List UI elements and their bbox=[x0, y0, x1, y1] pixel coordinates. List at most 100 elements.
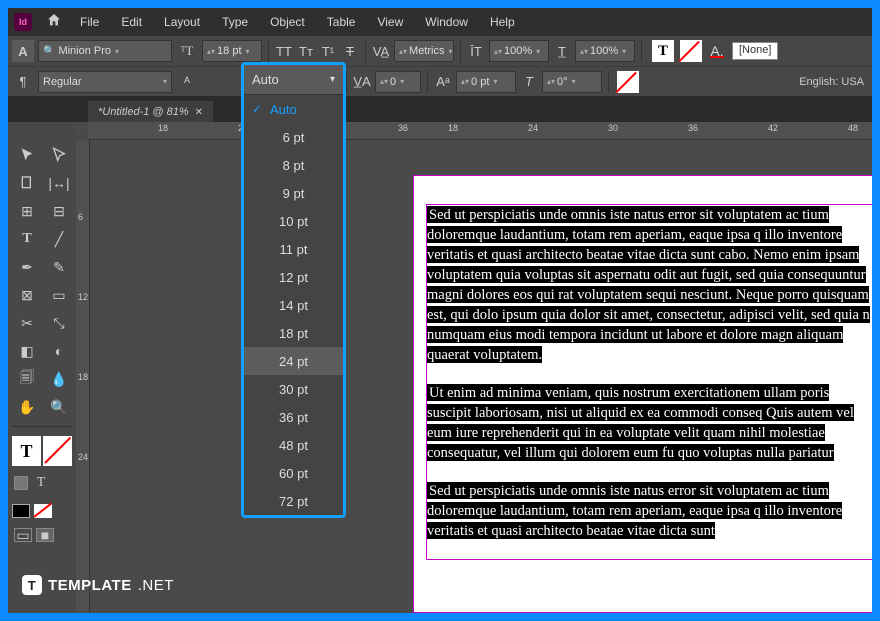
leading-option[interactable]: 72 pt bbox=[244, 487, 343, 515]
fill-swatch-t[interactable]: T bbox=[652, 40, 674, 62]
separator bbox=[641, 40, 642, 62]
vscale-dropdown[interactable]: ▴▾ 100% ▾ bbox=[489, 40, 549, 62]
stroke-swatch-none[interactable] bbox=[680, 40, 702, 62]
menu-bar: Id File Edit Layout Type Object Table Vi… bbox=[8, 8, 872, 36]
leading-option[interactable]: 11 pt bbox=[244, 235, 343, 263]
vscale-value: 100% bbox=[504, 45, 532, 57]
gradient-feather-tool-icon[interactable]: ◐ bbox=[44, 338, 74, 364]
font-style-value: Regular bbox=[43, 76, 82, 88]
superscript-icon[interactable]: T¹ bbox=[319, 44, 337, 59]
tracking-dropdown[interactable]: ▴▾ 0 ▾ bbox=[375, 71, 421, 93]
leading-dropdown-head[interactable]: Auto ▾ bbox=[244, 65, 343, 95]
body-paragraph-2: Ut enim ad minima veniam, quis nostrum e… bbox=[427, 384, 854, 461]
eyedropper-tool-icon[interactable]: 💧 bbox=[44, 366, 74, 392]
zoom-tool-icon[interactable]: 🔍 bbox=[44, 394, 74, 420]
baseline-dropdown[interactable]: ▴▾ 0 pt ▾ bbox=[456, 71, 516, 93]
leading-option[interactable]: 6 pt bbox=[244, 123, 343, 151]
fill-t-swatch[interactable]: T bbox=[12, 436, 41, 466]
hand-tool-icon[interactable]: ✋ bbox=[12, 394, 42, 420]
leading-option[interactable]: 36 pt bbox=[244, 403, 343, 431]
menu-object[interactable]: Object bbox=[260, 11, 315, 33]
menu-help[interactable]: Help bbox=[480, 11, 525, 33]
menu-edit[interactable]: Edit bbox=[111, 11, 152, 33]
leading-current-value: Auto bbox=[252, 72, 279, 87]
leading-option[interactable]: 9 pt bbox=[244, 179, 343, 207]
control-panel-row1: A 🔍 Minion Pro ▾ ᵀT ▴▾ 18 pt ▾ TT Tᴛ T¹ … bbox=[8, 36, 872, 66]
ruler-tick: 30 bbox=[608, 123, 618, 133]
leading-option[interactable]: 8 pt bbox=[244, 151, 343, 179]
preview-mode-icon[interactable]: ■ bbox=[36, 528, 54, 542]
content-placer-icon[interactable]: ⊟ bbox=[44, 198, 74, 224]
watermark: T TEMPLATE.NET bbox=[22, 575, 174, 595]
fill-none-swatch[interactable] bbox=[617, 71, 639, 93]
watermark-logo-icon: T bbox=[22, 575, 42, 595]
formatting-container-icon[interactable] bbox=[14, 476, 28, 490]
font-family-dropdown[interactable]: 🔍 Minion Pro ▾ bbox=[38, 40, 172, 62]
page-tool-icon[interactable] bbox=[12, 170, 42, 196]
selection-tool-icon[interactable] bbox=[12, 142, 42, 168]
ruler-tick: 18 bbox=[448, 123, 458, 133]
line-tool-icon[interactable]: ╱ bbox=[44, 226, 74, 252]
gap-tool-icon[interactable]: |↔| bbox=[44, 170, 74, 196]
leading-option[interactable]: 12 pt bbox=[244, 263, 343, 291]
rectangle-frame-tool-icon[interactable]: ⊠ bbox=[12, 282, 42, 308]
scissors-tool-icon[interactable]: ✂ bbox=[12, 310, 42, 336]
type-tool-icon[interactable]: T bbox=[12, 226, 42, 252]
tab-title: *Untitled-1 @ 81% bbox=[98, 106, 189, 118]
menu-file[interactable]: File bbox=[70, 11, 109, 33]
smallcaps-icon[interactable]: Tᴛ bbox=[297, 44, 315, 59]
separator bbox=[346, 71, 347, 93]
leading-option[interactable]: 10 pt bbox=[244, 207, 343, 235]
leading-option[interactable]: 30 pt bbox=[244, 375, 343, 403]
rectangle-tool-icon[interactable]: ▭ bbox=[44, 282, 74, 308]
font-style-dropdown[interactable]: Regular ▾ bbox=[38, 71, 172, 93]
stroke-none-swatch[interactable] bbox=[43, 436, 72, 466]
menu-layout[interactable]: Layout bbox=[154, 11, 210, 33]
char-format-mode-icon[interactable]: A bbox=[12, 40, 34, 62]
tools-panel: |↔| ⊞ ⊟ T ╱ ✒ ✎ ⊠ ▭ ✂ ⤡ ◧ ◐ 🗐 💧 ✋ 🔍 T bbox=[8, 122, 76, 613]
note-tool-icon[interactable]: 🗐 bbox=[12, 366, 42, 392]
kerning-dropdown[interactable]: ▴▾ Metrics ▾ bbox=[394, 40, 454, 62]
font-size-dropdown[interactable]: ▴▾ 18 pt ▾ bbox=[202, 40, 262, 62]
tab-close-icon[interactable]: ✕ bbox=[195, 107, 203, 118]
menu-type[interactable]: Type bbox=[212, 11, 258, 33]
document-canvas[interactable]: Sed ut perspiciatis unde omnis iste natu… bbox=[413, 140, 872, 613]
default-none-swatch[interactable] bbox=[34, 504, 52, 518]
separator bbox=[365, 40, 366, 62]
vscale-icon: ĪT bbox=[467, 44, 485, 59]
leading-option[interactable]: 60 pt bbox=[244, 459, 343, 487]
gradient-swatch-tool-icon[interactable]: ◧ bbox=[12, 338, 42, 364]
app-logo-id: Id bbox=[14, 13, 32, 31]
menu-table[interactable]: Table bbox=[317, 11, 366, 33]
menu-view[interactable]: View bbox=[367, 11, 413, 33]
language-dropdown[interactable]: English: USA bbox=[799, 76, 868, 88]
leading-option[interactable]: 48 pt bbox=[244, 431, 343, 459]
hscale-dropdown[interactable]: ▴▾ 100% ▾ bbox=[575, 40, 635, 62]
direct-selection-tool-icon[interactable] bbox=[44, 142, 74, 168]
document-tab-bar: *Untitled-1 @ 81% ✕ bbox=[8, 96, 872, 122]
text-frame[interactable]: Sed ut perspiciatis unde omnis iste natu… bbox=[426, 204, 872, 560]
pencil-tool-icon[interactable]: ✎ bbox=[44, 254, 74, 280]
menu-window[interactable]: Window bbox=[415, 11, 478, 33]
strikethrough-icon[interactable]: T bbox=[341, 44, 359, 59]
leading-option[interactable]: 24 pt bbox=[244, 347, 343, 375]
default-fill-swatch[interactable] bbox=[12, 504, 30, 518]
hscale-value: 100% bbox=[590, 45, 618, 57]
char-style-dropdown[interactable]: [None] bbox=[732, 42, 778, 60]
allcaps-icon[interactable]: TT bbox=[275, 44, 293, 59]
home-icon[interactable] bbox=[46, 12, 62, 33]
para-format-mode-icon[interactable]: ¶ bbox=[12, 71, 34, 93]
normal-view-mode-icon[interactable]: ▭ bbox=[14, 528, 32, 542]
leading-option[interactable]: 14 pt bbox=[244, 291, 343, 319]
leading-option-auto[interactable]: Auto bbox=[244, 95, 343, 123]
skew-dropdown[interactable]: ▴▾ 0° ▾ bbox=[542, 71, 602, 93]
horizontal-ruler: 18 24 30 36 18 24 30 36 42 48 bbox=[88, 122, 872, 140]
leading-option[interactable]: 18 pt bbox=[244, 319, 343, 347]
pen-tool-icon[interactable]: ✒ bbox=[12, 254, 42, 280]
document-tab[interactable]: *Untitled-1 @ 81% ✕ bbox=[88, 101, 213, 122]
char-color-icon[interactable]: A. bbox=[706, 43, 728, 59]
formatting-text-icon[interactable]: T bbox=[34, 476, 48, 490]
ruler-tick: 12 bbox=[78, 292, 88, 302]
content-collector-icon[interactable]: ⊞ bbox=[12, 198, 42, 224]
free-transform-tool-icon[interactable]: ⤡ bbox=[44, 310, 74, 336]
